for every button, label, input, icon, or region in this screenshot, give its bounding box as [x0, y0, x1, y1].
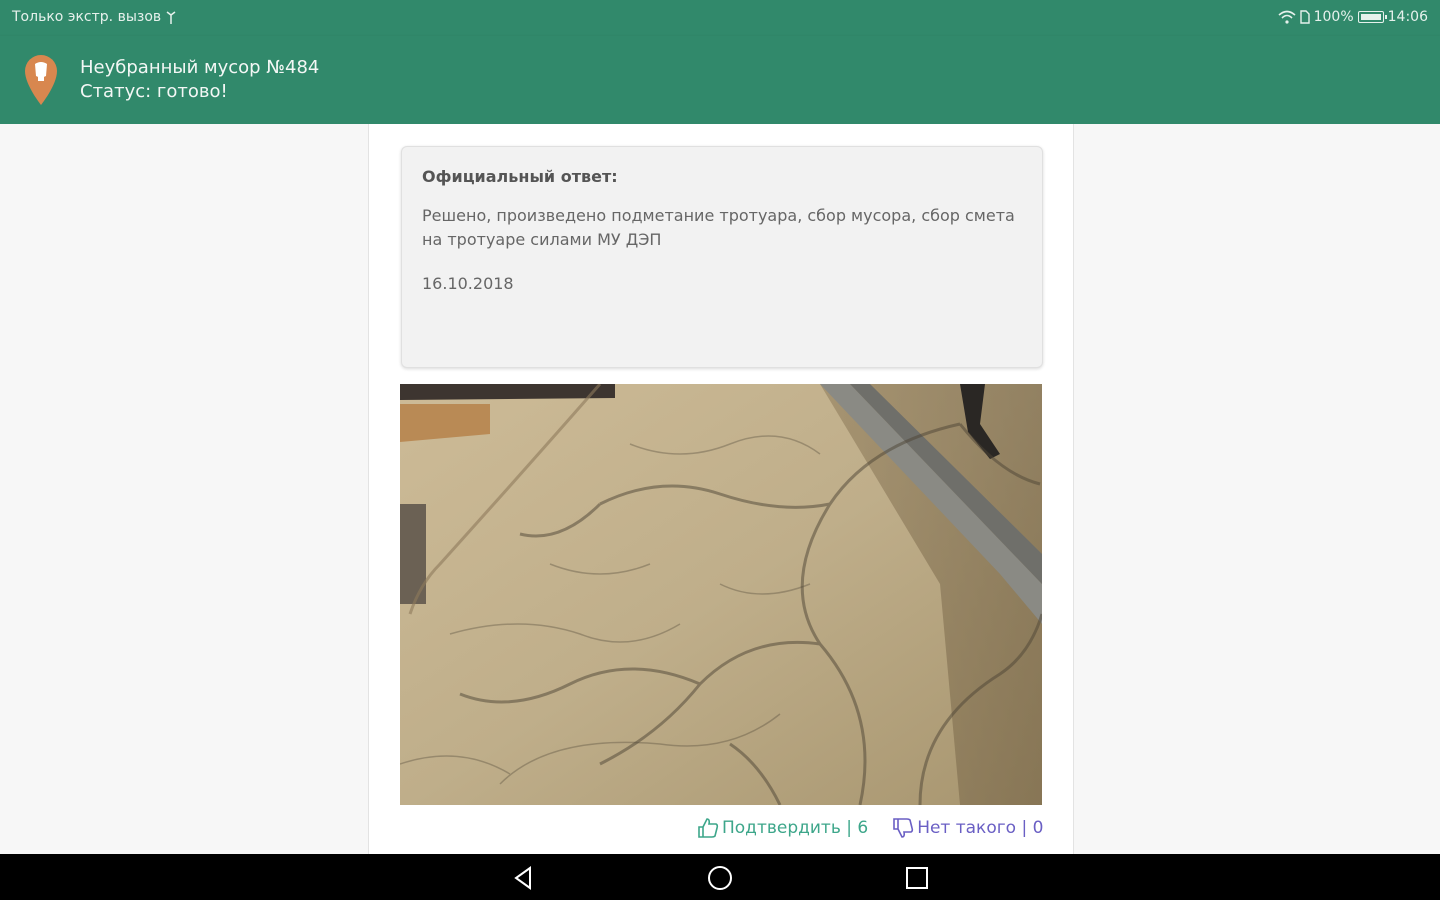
status-subtitle: Статус: готово! [80, 81, 228, 102]
recents-square-icon[interactable] [903, 864, 931, 892]
system-nav-bar [0, 854, 1440, 900]
app-bar: Неубранный мусор №484 Статус: готово! [0, 36, 1440, 124]
wifi-icon [1278, 10, 1296, 24]
status-bar: Только экстр. вызов 100% 14:06 [0, 0, 1440, 36]
official-answer-text: Решено, произведено подметание тротуара,… [422, 206, 1015, 249]
deny-label: Нет такого | 0 [917, 818, 1044, 838]
thumbs-up-icon [698, 818, 719, 838]
signal-icon [166, 11, 176, 24]
report-photo[interactable] [400, 384, 1042, 805]
content-area: Официальный ответ: Решено, произведено п… [0, 124, 1440, 854]
battery-percent: 100% [1313, 9, 1354, 25]
network-status-text: Только экстр. вызов [12, 9, 162, 25]
sidewalk-photo-image [400, 384, 1042, 805]
status-right: 100% 14:06 [1278, 9, 1428, 25]
thumbs-down-icon [893, 818, 914, 838]
official-answer-heading: Официальный ответ: [422, 167, 618, 186]
confirm-label: Подтвердить | 6 [722, 818, 869, 838]
confirm-button[interactable]: Подтвердить | 6 [697, 817, 868, 839]
back-triangle-icon[interactable] [510, 864, 538, 892]
status-left: Только экстр. вызов [12, 9, 177, 25]
sim-icon [1299, 10, 1310, 24]
app-titles: Неубранный мусор №484 Статус: готово! [80, 56, 319, 104]
map-pin-icon [25, 55, 57, 105]
votes-row: Подтвердить | 6 Нет такого | 0 [697, 814, 1043, 842]
detail-column[interactable]: Официальный ответ: Решено, произведено п… [368, 124, 1074, 854]
deny-button[interactable]: Нет такого | 0 [892, 817, 1043, 839]
clock: 14:06 [1387, 9, 1428, 25]
battery-icon [1357, 11, 1387, 23]
page-title: Неубранный мусор №484 [80, 57, 320, 78]
home-circle-icon[interactable] [706, 864, 734, 892]
official-answer-card: Официальный ответ: Решено, произведено п… [401, 146, 1043, 368]
official-answer-date: 16.10.2018 [422, 274, 514, 293]
